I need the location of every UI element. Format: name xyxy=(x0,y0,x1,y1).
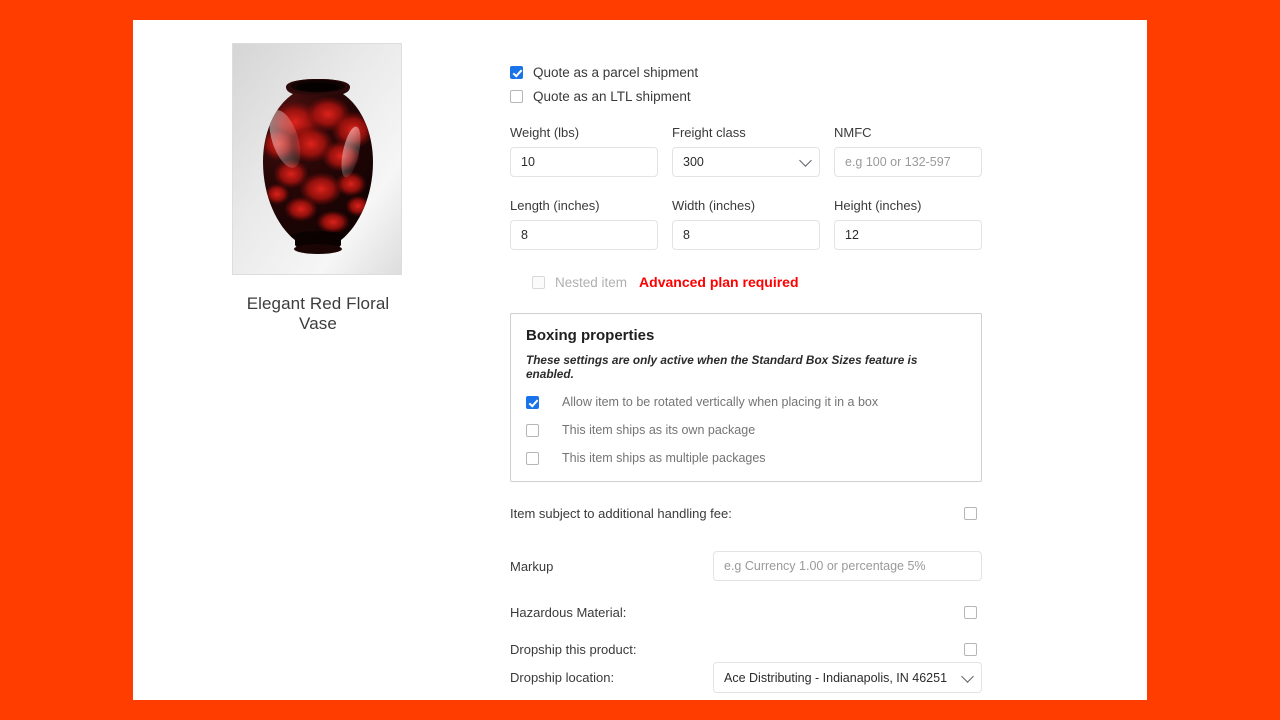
hazardous-material-row: Hazardous Material: xyxy=(510,605,982,620)
boxing-option-own-package-label: This item ships as its own package xyxy=(562,423,756,437)
handling-fee-checkbox[interactable] xyxy=(964,507,977,520)
nmfc-field-group: NMFC e.g 100 or 132-597 xyxy=(834,125,982,177)
height-label: Height (inches) xyxy=(834,198,922,213)
boxing-option-rotate-row[interactable]: Allow item to be rotated vertically when… xyxy=(526,395,966,409)
vase-product-image xyxy=(233,44,401,274)
quote-ltl-label: Quote as an LTL shipment xyxy=(533,89,691,104)
markup-label: Markup xyxy=(510,558,554,574)
shipping-form: Quote as a parcel shipment Quote as an L… xyxy=(510,65,1110,693)
product-shipping-panel: Elegant Red Floral Vase Quote as a parce… xyxy=(133,20,1147,700)
nmfc-input[interactable]: e.g 100 or 132-597 xyxy=(834,147,982,177)
freight-class-select[interactable]: 300 xyxy=(672,147,820,177)
boxing-option-multiple-packages-row[interactable]: This item ships as multiple packages xyxy=(526,451,966,465)
height-input[interactable]: 12 xyxy=(834,220,982,250)
boxing-option-multiple-packages-checkbox[interactable] xyxy=(526,451,539,465)
dropship-location-row: Dropship location: Ace Distributing - In… xyxy=(510,662,982,693)
boxing-option-rotate-checkbox[interactable] xyxy=(526,395,539,409)
dropship-product-checkbox[interactable] xyxy=(964,643,977,656)
nested-item-checkbox xyxy=(532,275,545,289)
length-field-group: Length (inches) 8 xyxy=(510,198,658,250)
chevron-down-icon xyxy=(961,669,974,683)
boxing-properties-panel: Boxing properties These settings are onl… xyxy=(510,313,982,482)
handling-fee-row: Item subject to additional handling fee: xyxy=(510,506,982,521)
dropship-product-label: Dropship this product: xyxy=(510,642,637,657)
quote-parcel-label: Quote as a parcel shipment xyxy=(533,65,699,80)
product-caption: Elegant Red Floral Vase xyxy=(246,294,390,333)
weight-label: Weight (lbs) xyxy=(510,125,580,140)
height-field-group: Height (inches) 12 xyxy=(834,198,982,250)
freight-class-label: Freight class xyxy=(672,125,746,140)
boxing-properties-note: These settings are only active when the … xyxy=(526,353,918,381)
quote-parcel-row[interactable]: Quote as a parcel shipment xyxy=(510,65,1110,80)
nested-item-label: Nested item xyxy=(555,274,628,290)
handling-fee-label: Item subject to additional handling fee: xyxy=(510,506,732,521)
dropship-product-row: Dropship this product: xyxy=(510,642,982,657)
weight-input[interactable]: 10 xyxy=(510,147,658,177)
chevron-down-icon xyxy=(799,154,812,167)
markup-row: Markup e.g Currency 1.00 or percentage 5… xyxy=(510,551,982,581)
freight-class-value: 300 xyxy=(683,155,704,169)
hazardous-material-checkbox[interactable] xyxy=(964,606,977,619)
quote-ltl-checkbox[interactable] xyxy=(510,90,523,103)
quote-ltl-row[interactable]: Quote as an LTL shipment xyxy=(510,89,1110,104)
product-preview: Elegant Red Floral Vase xyxy=(232,43,404,334)
width-input[interactable]: 8 xyxy=(672,220,820,250)
quote-parcel-checkbox[interactable] xyxy=(510,66,523,79)
hazardous-material-label: Hazardous Material: xyxy=(510,605,627,620)
dropship-block: Dropship this product: Dropship location… xyxy=(510,642,982,693)
length-input[interactable]: 8 xyxy=(510,220,658,250)
dropship-location-value: Ace Distributing - Indianapolis, IN 4625… xyxy=(724,670,948,685)
length-label: Length (inches) xyxy=(510,198,600,213)
dimensions-row: Length (inches) 8 Width (inches) 8 Heigh… xyxy=(510,198,1110,250)
boxing-option-own-package-row[interactable]: This item ships as its own package xyxy=(526,423,966,437)
nested-item-row: Nested item Advanced plan required xyxy=(532,274,1110,290)
product-image-frame xyxy=(232,43,402,275)
freight-class-field-group: Freight class 300 xyxy=(672,125,820,177)
width-label: Width (inches) xyxy=(672,198,756,213)
weight-class-nmfc-row: Weight (lbs) 10 Freight class 300 NMFC e… xyxy=(510,125,1110,177)
dropship-location-label: Dropship location: xyxy=(510,670,615,685)
boxing-option-rotate-label: Allow item to be rotated vertically when… xyxy=(562,395,879,409)
boxing-properties-title: Boxing properties xyxy=(526,327,655,344)
advanced-plan-required-note: Advanced plan required xyxy=(639,274,799,290)
boxing-option-multiple-packages-label: This item ships as multiple packages xyxy=(562,451,766,465)
nmfc-label: NMFC xyxy=(834,125,872,140)
markup-input[interactable]: e.g Currency 1.00 or percentage 5% xyxy=(713,551,982,581)
width-field-group: Width (inches) 8 xyxy=(672,198,820,250)
boxing-option-own-package-checkbox[interactable] xyxy=(526,423,539,437)
dropship-location-select[interactable]: Ace Distributing - Indianapolis, IN 4625… xyxy=(713,662,982,693)
weight-field-group: Weight (lbs) 10 xyxy=(510,125,658,177)
